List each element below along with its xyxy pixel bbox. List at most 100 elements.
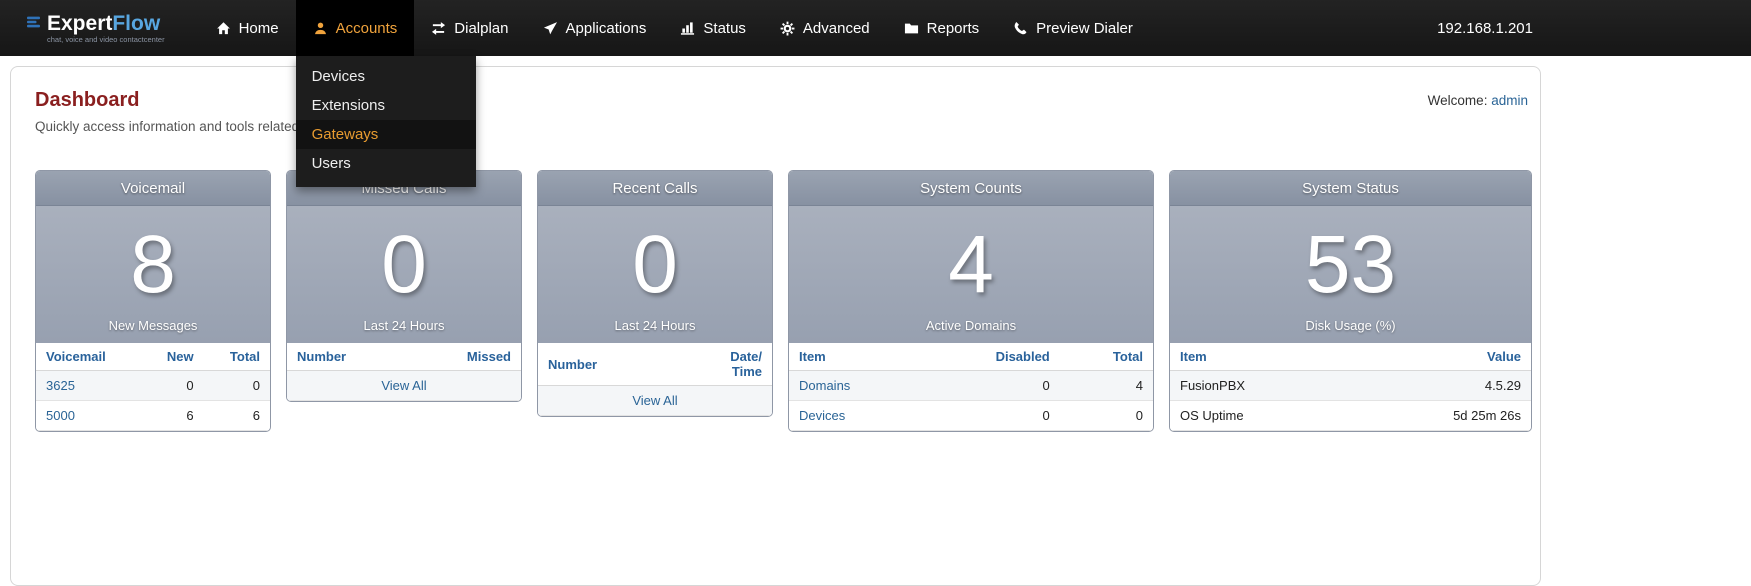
main-content-panel: Dashboard Quickly access information and… xyxy=(10,66,1541,586)
nav-item-label: Accounts xyxy=(336,20,398,37)
table-row: FusionPBX4.5.29 xyxy=(1170,371,1531,401)
card-table-body: View All xyxy=(538,386,772,416)
nav-item-label: Reports xyxy=(927,20,980,37)
card-table: NumberDate/ Time View All xyxy=(538,343,772,416)
table-cell: 5000 xyxy=(36,401,142,431)
expertflow-logo[interactable]: ExpertFlow chat, voice and video contact… xyxy=(26,0,165,56)
table-cell: 4 xyxy=(1060,371,1153,401)
card-summary: 0Last 24 Hours xyxy=(538,206,772,343)
column-header: Item xyxy=(789,343,922,371)
dashboard-card: Voicemail8New MessagesVoicemailNewTotal 3… xyxy=(35,170,271,432)
dashboard-card: System Counts 4 Active DomainsItemDisabled… xyxy=(788,170,1154,432)
table-cell: 0 xyxy=(142,371,204,401)
card-table-body: FusionPBX4.5.29OS Uptime5d 25m 26s xyxy=(1170,371,1531,431)
page-title: Dashboard xyxy=(35,89,299,112)
nav-item-status[interactable]: Status xyxy=(663,0,763,56)
nav-item-dialplan[interactable]: Dialplan xyxy=(414,0,525,56)
nav-item-label: Home xyxy=(239,20,279,37)
card-table-body: 362500500066 xyxy=(36,371,270,431)
table-cell: View All xyxy=(538,386,772,416)
folder-icon xyxy=(904,21,919,36)
table-row: 500066 xyxy=(36,401,270,431)
card-summary: 53Disk Usage (%) xyxy=(1170,206,1531,343)
table-cell: Devices xyxy=(789,401,922,431)
navbar-inner: ExpertFlow chat, voice and video contact… xyxy=(0,0,1541,56)
server-ip-address: 192.168.1.201 xyxy=(1437,20,1533,37)
view-all-row: View All xyxy=(287,371,521,401)
phone-icon xyxy=(1013,21,1028,36)
nav-item-label: Preview Dialer xyxy=(1036,20,1133,37)
welcome-user-link[interactable]: admin xyxy=(1491,93,1528,108)
row-link[interactable]: Devices xyxy=(799,408,845,423)
table-cell: 3625 xyxy=(36,371,142,401)
nav-menu: Home Accounts Devices Extensions Gateway… xyxy=(199,0,1150,56)
accounts-dropdown: Devices Extensions Gateways Users xyxy=(296,56,476,187)
menu-item-extensions[interactable]: Extensions xyxy=(296,91,476,120)
table-cell: 6 xyxy=(142,401,204,431)
dashboard-card: Missed Calls0Last 24 HoursNumberMissedVi… xyxy=(286,170,522,402)
column-header: Value xyxy=(1347,343,1531,371)
dashboard-card: System Status53Disk Usage (%)ItemValueFu… xyxy=(1169,170,1532,432)
card-table: ItemValueFusionPBX4.5.29OS Uptime5d 25m … xyxy=(1170,343,1531,431)
card-table-header: ItemDisabledTotal xyxy=(789,343,1153,371)
nav-item-preview-dialer[interactable]: Preview Dialer xyxy=(996,0,1150,56)
column-header: Missed xyxy=(408,343,521,371)
card-title: Voicemail xyxy=(36,171,270,206)
column-header: Number xyxy=(287,343,408,371)
logo-row: ExpertFlow xyxy=(26,12,165,36)
nav-item-advanced[interactable]: Advanced xyxy=(763,0,887,56)
nav-item-label: Applications xyxy=(566,20,647,37)
column-header: Disabled xyxy=(922,343,1060,371)
card-table: ItemDisabledTotalDomains04Devices00 xyxy=(789,343,1153,431)
card-table-body: View All xyxy=(287,371,521,401)
row-link[interactable]: 3625 xyxy=(46,378,75,393)
table-cell: 4.5.29 xyxy=(1347,371,1531,401)
card-caption: New Messages xyxy=(36,318,270,343)
table-cell: FusionPBX xyxy=(1170,371,1347,401)
view-all-row: View All xyxy=(538,386,772,416)
brand-expert: Expert xyxy=(47,12,112,35)
dashboard-cards: Voicemail8New MessagesVoicemailNewTotal 3… xyxy=(35,170,1532,432)
brand-flow: Flow xyxy=(112,12,160,35)
card-table: VoicemailNewTotal362500500066 xyxy=(36,343,270,431)
table-cell: 0 xyxy=(922,401,1060,431)
column-header: Date/ Time xyxy=(672,343,772,386)
header-row: ItemValue xyxy=(1170,343,1531,371)
card-summary: 0Last 24 Hours xyxy=(287,206,521,343)
card-caption: Active Domains xyxy=(789,318,1153,343)
page-header: Dashboard Quickly access information and… xyxy=(35,89,1532,134)
expertflow-logo-icon xyxy=(26,14,42,35)
welcome-text: Welcome: admin xyxy=(1428,89,1528,108)
home-icon xyxy=(216,21,231,36)
nav-item-applications[interactable]: Applications xyxy=(526,0,664,56)
table-row: OS Uptime5d 25m 26s xyxy=(1170,401,1531,431)
menu-item-users[interactable]: Users xyxy=(296,149,476,178)
card-summary: 8New Messages xyxy=(36,206,270,343)
header-row: VoicemailNewTotal xyxy=(36,343,270,371)
menu-item-devices[interactable]: Devices xyxy=(296,62,476,91)
row-link[interactable]: Domains xyxy=(799,378,850,393)
row-link[interactable]: 5000 xyxy=(46,408,75,423)
nav-item-home[interactable]: Home xyxy=(199,0,296,56)
nav-item-accounts[interactable]: Accounts Devices Extensions Gateways Use… xyxy=(296,0,415,56)
view-all-link[interactable]: View All xyxy=(632,393,677,408)
send-icon xyxy=(543,21,558,36)
card-value: 0 xyxy=(287,206,521,318)
table-row: Devices00 xyxy=(789,401,1153,431)
column-header: Number xyxy=(538,343,672,386)
dashboard-card: Recent Calls0Last 24 HoursNumberDate/ Ti… xyxy=(537,170,773,417)
view-all-link[interactable]: View All xyxy=(381,378,426,393)
card-table: NumberMissed View All xyxy=(287,343,521,401)
card-table-body: Domains04Devices00 xyxy=(789,371,1153,431)
menu-item-gateways[interactable]: Gateways xyxy=(296,120,476,149)
card-caption: Last 24 Hours xyxy=(538,318,772,343)
table-cell: OS Uptime xyxy=(1170,401,1347,431)
table-cell: 0 xyxy=(922,371,1060,401)
nav-item-reports[interactable]: Reports xyxy=(887,0,997,56)
column-header: New xyxy=(142,343,204,371)
gear-icon xyxy=(780,21,795,36)
table-cell: Domains xyxy=(789,371,922,401)
card-title: System Counts xyxy=(789,171,1153,206)
header-row: NumberDate/ Time xyxy=(538,343,772,386)
brand-tagline: chat, voice and video contactcenter xyxy=(26,35,165,44)
